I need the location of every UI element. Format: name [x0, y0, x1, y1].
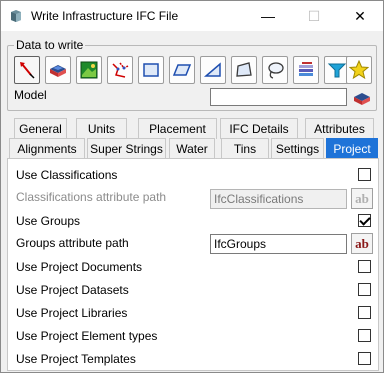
use-datasets-checkbox[interactable] — [358, 283, 371, 296]
tab-alignments[interactable]: Alignments — [9, 138, 85, 159]
use-classifications-label: Use Classifications — [16, 168, 118, 182]
polygon-tool-icon — [236, 62, 252, 77]
lines-tool-button[interactable] — [107, 56, 133, 84]
parallelogram-tool-icon — [172, 64, 192, 76]
lines-tool-icon — [112, 62, 129, 78]
groups-attribute-picker-button[interactable]: ab — [351, 233, 373, 254]
use-templates-label: Use Project Templates — [16, 352, 136, 366]
rectangle-tool-button[interactable] — [138, 56, 164, 84]
groups-path-input[interactable]: IfcGroups — [210, 234, 347, 254]
use-datasets-label: Use Project Datasets — [16, 283, 129, 297]
data-to-write-label: Data to write — [14, 38, 86, 52]
use-libraries-label: Use Project Libraries — [16, 306, 128, 320]
dialog-window: Write Infrastructure IFC File — ☐ ✕ Data… — [0, 0, 384, 373]
funnel-tool-icon — [327, 63, 347, 78]
classifications-path-label: Classifications attribute path — [16, 190, 167, 204]
tab-tins[interactable]: Tins — [221, 138, 269, 159]
rectangle-tool-icon — [143, 63, 159, 77]
lasso-tool-button[interactable] — [262, 56, 288, 84]
tab-general[interactable]: General — [14, 118, 67, 139]
parallelogram-tool-button[interactable] — [169, 56, 195, 84]
image-tool-button[interactable] — [76, 56, 102, 84]
app-icon — [11, 10, 21, 22]
lasso-tool-icon — [268, 62, 284, 79]
use-element-types-checkbox[interactable] — [358, 329, 371, 342]
tab-project[interactable]: Project — [326, 138, 378, 159]
use-groups-checkbox[interactable] — [358, 214, 371, 227]
triangle-tool-icon — [203, 62, 221, 77]
layers-tool-icon — [299, 62, 313, 76]
use-templates-checkbox[interactable] — [358, 352, 371, 365]
use-classifications-checkbox[interactable] — [358, 168, 371, 181]
title-bar[interactable]: Write Infrastructure IFC File — ☐ ✕ — [1, 1, 383, 31]
star-tool-icon — [349, 60, 369, 80]
points-tool-button[interactable] — [14, 56, 40, 84]
points-tool-icon — [20, 62, 35, 79]
use-documents-checkbox[interactable] — [358, 260, 371, 273]
classifications-path-input[interactable]: IfcClassifications — [210, 189, 347, 209]
close-button[interactable]: ✕ — [337, 1, 383, 31]
model-picker-icon — [354, 93, 370, 105]
tab-water[interactable]: Water — [169, 138, 215, 159]
tab-ifc-details[interactable]: IFC Details — [220, 118, 298, 139]
maximize-button[interactable]: ☐ — [291, 1, 337, 31]
triangle-tool-button[interactable] — [200, 56, 226, 84]
use-documents-label: Use Project Documents — [16, 260, 143, 274]
model-input[interactable] — [210, 88, 347, 106]
tin-surface-tool-icon — [50, 65, 66, 77]
layers-tool-button[interactable] — [293, 56, 319, 84]
model-label: Model — [14, 88, 47, 102]
tab-placement[interactable]: Placement — [138, 118, 217, 139]
tin-surface-tool-button[interactable] — [45, 56, 71, 84]
tab-units[interactable]: Units — [76, 118, 127, 139]
tab-attributes[interactable]: Attributes — [305, 118, 374, 139]
tab-settings[interactable]: Settings — [271, 138, 324, 159]
window-title: Write Infrastructure IFC File — [31, 9, 179, 23]
use-groups-label: Use Groups — [16, 214, 81, 228]
tab-super-strings[interactable]: Super Strings — [87, 138, 166, 159]
star-tool-button[interactable] — [346, 56, 372, 84]
image-tool-icon — [80, 61, 98, 79]
use-libraries-checkbox[interactable] — [358, 306, 371, 319]
groups-path-label: Groups attribute path — [16, 236, 129, 250]
minimize-button[interactable]: — — [245, 1, 291, 31]
use-element-types-label: Use Project Element types — [16, 329, 158, 343]
polygon-tool-button[interactable] — [231, 56, 257, 84]
classifications-attribute-picker-button[interactable]: ab — [351, 188, 373, 209]
model-picker-button[interactable] — [351, 87, 373, 109]
